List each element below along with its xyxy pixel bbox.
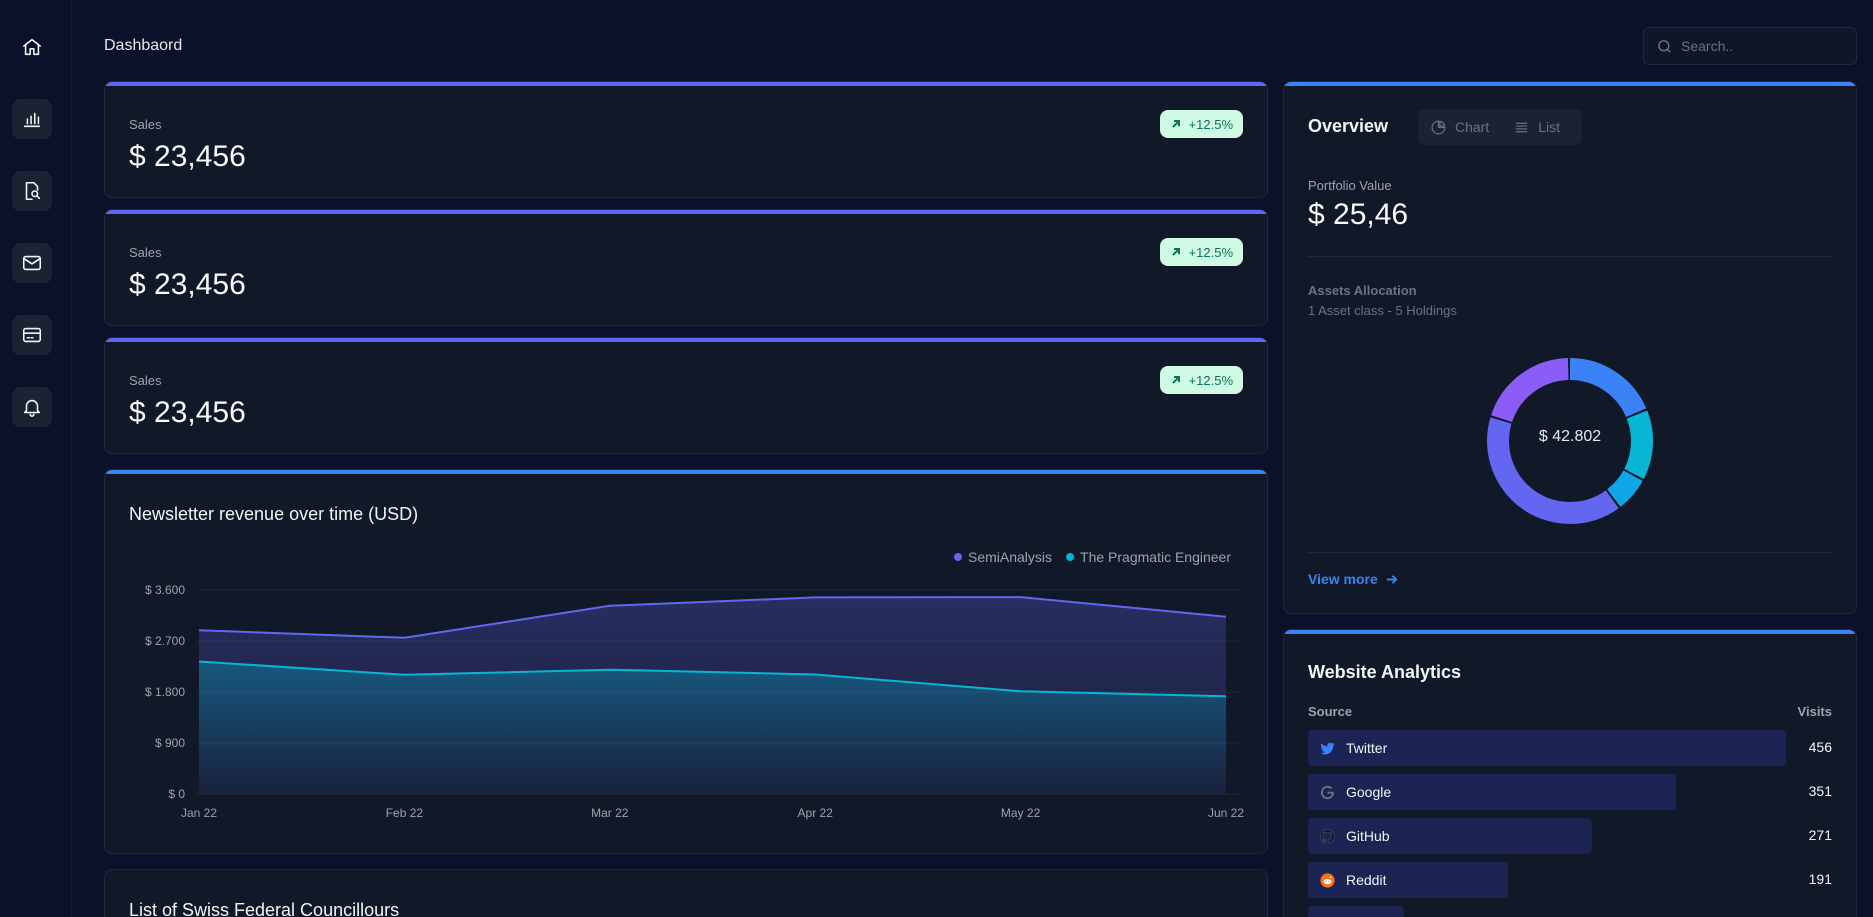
kpi-label: Sales — [129, 373, 162, 388]
revenue-chart-card: Newsletter revenue over time (USD) SemiA… — [104, 469, 1268, 854]
source-bar: GitHub — [1308, 818, 1592, 854]
donut-chart: $ 42.802 — [1487, 358, 1653, 524]
y-tick-label: $ 0 — [168, 787, 185, 801]
credit-card-icon[interactable] — [12, 315, 52, 355]
bell-icon[interactable] — [12, 387, 52, 427]
card-accent — [105, 210, 1267, 214]
search-box[interactable] — [1643, 27, 1857, 65]
document-search-icon[interactable] — [12, 171, 52, 211]
analytics-row[interactable]: Twitter 456 — [1308, 730, 1832, 766]
delta-badge: +12.5% — [1159, 110, 1243, 138]
y-tick-label: $ 3.600 — [145, 583, 185, 597]
x-tick-label: Mar 22 — [591, 806, 629, 820]
page-title: Dashbaord — [104, 37, 183, 54]
sidebar — [0, 0, 72, 917]
arrow-up-right-icon — [1171, 120, 1180, 128]
source-bar: Twitter — [1308, 730, 1786, 766]
delta-badge: +12.5% — [1159, 238, 1243, 266]
card-accent — [105, 338, 1267, 342]
kpi-label: Sales — [129, 117, 162, 132]
kpi-card: Sales $ 23,456 +12.5% — [104, 337, 1268, 454]
kpi-card: Sales $ 23,456 +12.5% — [104, 209, 1268, 326]
councillors-title: List of Swiss Federal Councillours — [129, 900, 400, 917]
arrow-up-right-icon — [1171, 248, 1180, 256]
delta-value: +12.5% — [1188, 244, 1233, 260]
google-icon — [1318, 783, 1336, 801]
visits-value: 191 — [1808, 871, 1832, 887]
home-icon[interactable] — [12, 27, 52, 67]
visits-value: 351 — [1808, 783, 1832, 799]
view-more-label: View more — [1308, 571, 1378, 587]
analytics-row[interactable]: Google 351 — [1308, 774, 1832, 810]
source-bar: Reddit — [1308, 862, 1508, 898]
kpi-value: $ 23,456 — [129, 268, 246, 301]
visits-value: 456 — [1808, 739, 1832, 755]
reddit-icon — [1318, 871, 1336, 889]
x-tick-label: Apr 22 — [798, 806, 834, 820]
source-label: Twitter — [1346, 740, 1388, 756]
donut-center-value: $ 42.802 — [1539, 428, 1601, 445]
y-tick-label: $ 900 — [155, 736, 185, 750]
y-tick-label: $ 1.800 — [145, 685, 185, 699]
analytics-row[interactable]: Reddit 191 — [1308, 862, 1832, 898]
twitter-icon — [1318, 739, 1336, 757]
delta-value: +12.5% — [1188, 116, 1233, 132]
view-more-link[interactable]: View more — [1308, 571, 1399, 587]
x-tick-label: Jun 22 — [1208, 806, 1244, 820]
councillors-card: List of Swiss Federal Councillours — [104, 869, 1268, 917]
search-icon — [1658, 39, 1671, 53]
source-column-header: Source — [1308, 704, 1353, 719]
visits-column-header: Visits — [1797, 704, 1832, 719]
kpi-label: Sales — [129, 245, 162, 260]
source-bar — [1308, 906, 1404, 917]
source-label: GitHub — [1346, 828, 1390, 844]
y-tick-label: $ 2.700 — [145, 634, 185, 648]
source-bar: Google — [1308, 774, 1676, 810]
analytics-title: Website Analytics — [1308, 662, 1462, 682]
kpi-value: $ 23,456 — [129, 396, 246, 429]
analytics-row[interactable]: GitHub 271 — [1308, 818, 1832, 854]
card-accent — [105, 82, 1267, 86]
x-tick-label: Feb 22 — [386, 806, 424, 820]
bar-chart-icon[interactable] — [12, 99, 52, 139]
area-chart: $ 0 $ 900 $ 1.800 $ 2.700 $ 3.600 Jan 22 Feb 2… — [145, 583, 1244, 820]
x-tick-label: Jan 22 — [181, 806, 217, 820]
arrow-right-icon — [1386, 574, 1398, 584]
arrow-up-right-icon — [1171, 376, 1180, 384]
overview-card: Overview Chart List Portfolio Value $ 25… — [1283, 81, 1857, 614]
visits-value: 271 — [1808, 827, 1832, 843]
delta-value: +12.5% — [1188, 372, 1233, 388]
analytics-row[interactable] — [1308, 906, 1832, 917]
mail-icon[interactable] — [12, 243, 52, 283]
delta-badge: +12.5% — [1159, 366, 1243, 394]
kpi-card: Sales $ 23,456 +12.5% — [104, 81, 1268, 198]
source-label: Reddit — [1346, 872, 1387, 888]
source-label: Google — [1346, 784, 1392, 800]
divider — [1308, 552, 1832, 553]
card-accent — [1284, 630, 1856, 634]
kpi-value: $ 23,456 — [129, 140, 246, 173]
github-icon — [1318, 827, 1336, 845]
x-tick-label: May 22 — [1001, 806, 1041, 820]
website-analytics-card: Website Analytics Source Visits Twitter … — [1283, 629, 1857, 917]
search-input[interactable] — [1681, 38, 1841, 54]
